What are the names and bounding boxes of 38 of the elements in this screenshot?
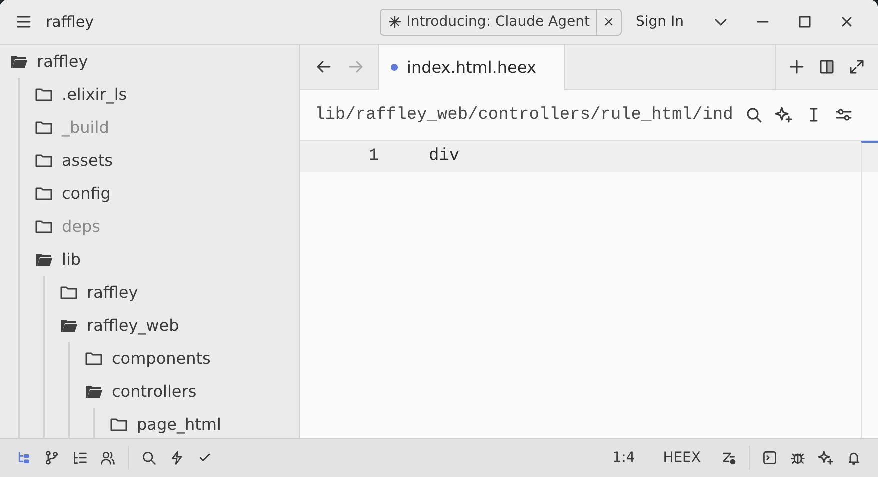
sign-in-button[interactable]: Sign In — [630, 13, 690, 31]
folder-item[interactable]: raffley_web — [87, 316, 180, 335]
folder-item[interactable]: assets — [62, 151, 113, 170]
file-path: lib/raffley_web/controllers/rule_html/ind — [315, 106, 734, 124]
folder-item[interactable]: components — [112, 349, 211, 368]
bell-icon[interactable] — [846, 450, 862, 466]
language-selector[interactable]: HEEX — [657, 449, 707, 467]
list-outline-icon[interactable] — [72, 450, 88, 466]
bolt-icon[interactable] — [169, 450, 185, 466]
tab-label[interactable]: index.html.heex — [407, 58, 536, 77]
edit-prediction-icon[interactable] — [721, 450, 737, 466]
announcement-banner[interactable]: Introducing: Claude Agent — [380, 8, 622, 36]
plus-icon[interactable] — [788, 58, 806, 76]
modified-dot — [391, 64, 398, 71]
terminal-icon[interactable] — [762, 450, 778, 466]
line-number: 1 — [368, 147, 379, 166]
search-icon[interactable] — [141, 450, 157, 466]
people-icon[interactable] — [100, 450, 116, 466]
folder-item[interactable]: lib — [62, 250, 82, 269]
file-tree-icon[interactable] — [16, 450, 32, 466]
search-icon[interactable] — [745, 106, 764, 124]
folder-item[interactable]: .elixir_ls — [62, 85, 128, 104]
folder-item[interactable]: page_html — [137, 415, 222, 434]
folder-item[interactable]: raffley — [37, 52, 88, 71]
sparkle-icon[interactable] — [818, 450, 834, 466]
banner-text[interactable]: Introducing: Claude Agent — [406, 14, 590, 30]
folder-item[interactable]: config — [62, 184, 111, 203]
asterisk-icon — [388, 15, 402, 29]
split-pane-icon[interactable] — [818, 58, 836, 76]
file-tab[interactable]: index.html.heex — [378, 45, 566, 90]
folder-item[interactable]: raffley — [87, 283, 138, 302]
expand-icon[interactable] — [848, 58, 866, 76]
window-title: raffley — [46, 13, 94, 31]
sparkle-icon[interactable] — [775, 106, 794, 124]
cursor-position[interactable]: 1:4 — [606, 449, 642, 467]
code-text: div — [429, 147, 460, 166]
folder-item[interactable]: controllers — [112, 382, 197, 401]
branch-icon[interactable] — [44, 450, 60, 466]
